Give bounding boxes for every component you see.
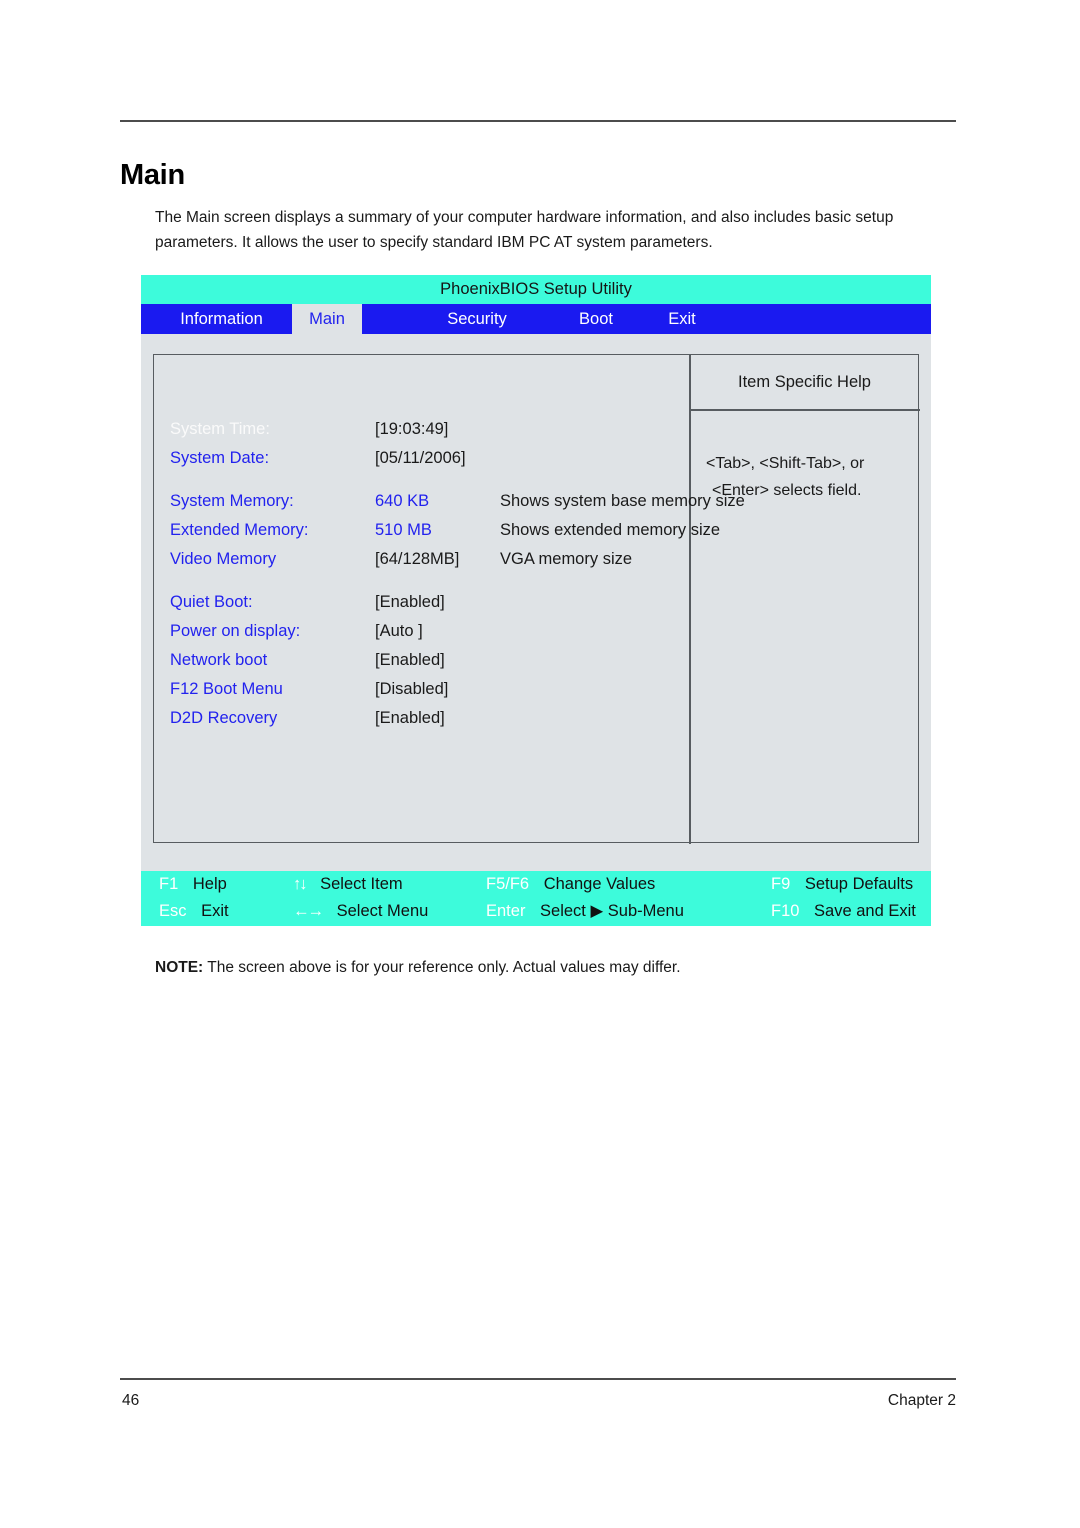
key-action-select-menu: Select Menu [336, 902, 429, 920]
key-help-arrows-updown[interactable]: ↑↓ Select Item [293, 871, 403, 898]
arrow-up-down-icon: ↑↓ [293, 875, 307, 893]
setting-description: Shows system base memory size [500, 492, 745, 510]
bios-key-help-bar: F1 Help ↑↓ Select Item F5/F6 Change Valu… [141, 871, 931, 926]
setting-row-system-time[interactable]: System Time: [19:03:49] [170, 415, 810, 444]
setting-value[interactable]: [Enabled] [375, 646, 445, 675]
setting-value[interactable]: [64/128MB] [375, 545, 459, 574]
key-help-f1[interactable]: F1 Help [159, 871, 227, 898]
setting-value[interactable]: [Enabled] [375, 704, 445, 733]
key-label-enter: Enter [486, 902, 526, 920]
key-label-f1: F1 [159, 875, 179, 893]
setting-row-video-memory[interactable]: Video Memory [64/128MB] VGA memory size [170, 545, 810, 588]
setting-label: F12 Boot Menu [170, 680, 283, 698]
key-help-esc[interactable]: Esc Exit [159, 898, 229, 925]
setting-value[interactable]: [Disabled] [375, 675, 448, 704]
key-action-setup-defaults: Setup Defaults [804, 875, 914, 893]
key-label-f5-f6: F5/F6 [486, 875, 530, 893]
setting-row-quiet-boot[interactable]: Quiet Boot: [Enabled] [170, 588, 810, 617]
setting-row-system-date[interactable]: System Date: [05/11/2006] [170, 444, 810, 487]
key-action-help: Help [192, 875, 227, 893]
bios-settings-panel: Item Specific Help <Tab>, <Shift-Tab>, o… [153, 354, 920, 844]
tab-exit[interactable]: Exit [651, 304, 713, 334]
triangle-right-icon: ▶ [590, 902, 604, 920]
header-rule [120, 120, 956, 122]
item-specific-help-title: Item Specific Help [738, 373, 871, 391]
setting-row-extended-memory: Extended Memory: 510 MB Shows extended m… [170, 516, 810, 545]
key-help-enter[interactable]: Enter Select ▶ Sub-Menu [486, 898, 684, 925]
key-help-f10[interactable]: F10 Save and Exit [771, 898, 916, 925]
setting-value[interactable]: [Enabled] [375, 588, 445, 617]
tab-security[interactable]: Security [417, 304, 537, 334]
setting-label: Video Memory [170, 550, 277, 568]
key-help-row-2: Esc Exit ←→ Select Menu Enter Select ▶ S… [141, 898, 931, 925]
chapter-label: Chapter 2 [887, 1392, 956, 1409]
key-action-sub-menu: Sub-Menu [607, 902, 684, 920]
bios-title-bar: PhoenixBIOS Setup Utility [141, 275, 931, 304]
footer-rule [120, 1378, 956, 1380]
setting-row-power-on-display[interactable]: Power on display: [Auto ] [170, 617, 810, 646]
setting-row-f12-boot-menu[interactable]: F12 Boot Menu [Disabled] [170, 675, 810, 704]
setting-label: System Time: [170, 420, 270, 438]
key-label-f9: F9 [771, 875, 791, 893]
intro-paragraph: The Main screen displays a summary of yo… [155, 208, 894, 251]
setting-label: Network boot [170, 651, 268, 669]
bios-tab-bar: Information Main Security Boot Exit [141, 304, 931, 337]
setting-label: Quiet Boot: [170, 593, 253, 611]
setting-row-system-memory: System Memory: 640 KB Shows system base … [170, 487, 810, 516]
key-label-f10: F10 [771, 902, 800, 920]
setting-value[interactable]: [19:03:49] [375, 415, 448, 444]
setting-label: Extended Memory: [170, 521, 309, 539]
arrow-left-right-icon: ←→ [293, 902, 324, 920]
tab-information[interactable]: Information [153, 304, 290, 334]
key-action-save-and-exit: Save and Exit [814, 902, 916, 920]
note-paragraph: NOTE: The screen above is for your refer… [155, 956, 681, 980]
setting-label: System Memory: [170, 492, 294, 510]
setting-label: D2D Recovery [170, 709, 278, 727]
setting-description: VGA memory size [500, 550, 633, 568]
key-help-arrows-leftright[interactable]: ←→ Select Menu [293, 898, 428, 925]
key-help-f5-f6[interactable]: F5/F6 Change Values [486, 871, 655, 898]
page-title: Main [120, 159, 185, 192]
bios-screenshot: PhoenixBIOS Setup Utility Information Ma… [141, 275, 931, 926]
key-action-select: Select [540, 902, 586, 920]
setting-row-d2d-recovery[interactable]: D2D Recovery [Enabled] [170, 704, 810, 733]
setting-row-network-boot[interactable]: Network boot [Enabled] [170, 646, 810, 675]
setting-label: Power on display: [170, 622, 301, 640]
help-title-rule [689, 409, 920, 411]
key-help-f9[interactable]: F9 Setup Defaults [771, 871, 913, 898]
key-action-select-item: Select Item [320, 875, 403, 893]
key-action-change-values: Change Values [543, 875, 656, 893]
note-text: The screen above is for your reference o… [203, 958, 681, 976]
setting-value: 640 KB [375, 492, 430, 510]
setting-value[interactable]: [05/11/2006] [375, 444, 466, 473]
setting-value: 510 MB [375, 521, 432, 539]
key-label-esc: Esc [159, 902, 187, 920]
tab-main[interactable]: Main [292, 304, 362, 337]
key-help-row-1: F1 Help ↑↓ Select Item F5/F6 Change Valu… [141, 871, 931, 898]
note-label: NOTE: [155, 958, 204, 976]
document-page: Main The Main screen displays a summary … [0, 0, 1080, 1528]
setting-description: Shows extended memory size [500, 521, 721, 539]
setting-value[interactable]: [Auto ] [375, 617, 423, 646]
setting-label: System Date: [170, 449, 270, 467]
settings-list: System Time: [19:03:49] System Date: [05… [170, 415, 810, 733]
key-action-exit: Exit [201, 902, 229, 920]
tab-boot[interactable]: Boot [561, 304, 631, 334]
